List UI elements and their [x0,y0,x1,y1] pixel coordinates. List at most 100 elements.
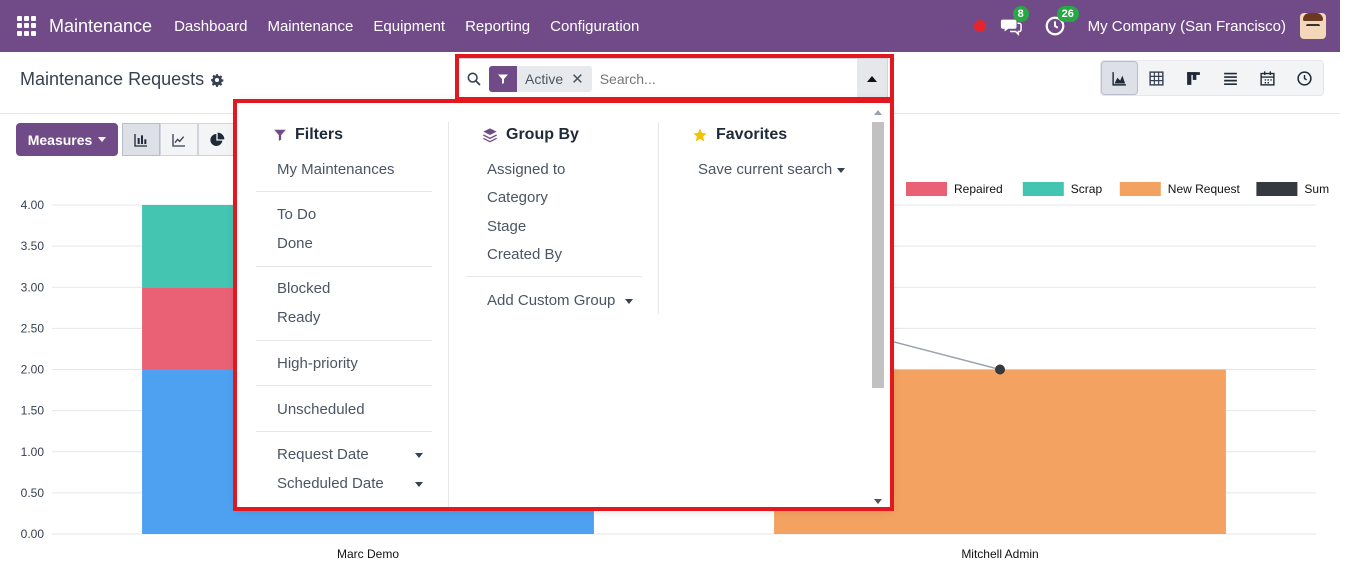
pivot-view-button[interactable] [1138,61,1175,95]
filter-my-maintenances[interactable]: My Maintenances [277,161,395,178]
divider [256,340,432,341]
filter-scheduled-date-label: Scheduled Date [277,475,384,492]
activities-clock-icon[interactable]: 26 [1044,6,1079,37]
dropdown-scrollbar[interactable] [869,108,887,506]
save-current-search[interactable]: Save current search [698,161,845,178]
filter-high-priority[interactable]: High-priority [277,355,358,372]
filter-done[interactable]: Done [277,235,313,252]
calendar-icon [1260,70,1275,86]
divider [466,276,642,277]
filter-to-do[interactable]: To Do [277,206,316,223]
y-tick-label: 3.00 [21,280,45,294]
search-facet-label: Active [525,71,564,87]
legend-label: Sum [1304,182,1329,196]
app-menu-grid-icon[interactable] [17,16,37,36]
user-avatar[interactable] [1300,13,1326,39]
legend-label: Scrap [1071,182,1103,196]
y-tick-label: 1.00 [21,445,45,459]
top-navbar: Maintenance Dashboard Maintenance Equipm… [0,0,1340,52]
filter-icon [274,129,286,141]
area-chart-icon [1112,71,1126,86]
search-icon[interactable] [459,71,489,87]
list-icon [1224,72,1237,85]
caret-up-icon [867,76,877,82]
messages-icon[interactable]: 8 [1000,6,1029,37]
scroll-up-arrow-icon[interactable] [874,110,882,115]
filters-title: Filters [295,126,344,143]
status-dot-icon[interactable] [973,20,986,32]
filter-unscheduled[interactable]: Unscheduled [277,401,365,418]
messages-badge: 8 [1012,6,1029,22]
menu-configuration[interactable]: Configuration [550,18,639,35]
group-by-assigned-to[interactable]: Assigned to [487,161,565,178]
divider [256,266,432,267]
group-by-title: Group By [506,126,579,143]
search-facet-active: Active ✕ [489,66,592,92]
group-by-stage[interactable]: Stage [487,218,526,235]
page-title-text: Maintenance Requests [20,69,205,89]
y-tick-label: 2.50 [21,321,45,335]
legend-swatch [1256,182,1298,196]
kanban-view-button[interactable] [1175,61,1212,95]
column-divider [448,122,449,507]
menu-maintenance[interactable]: Maintenance [267,18,353,35]
chevron-down-icon [98,137,107,142]
divider [256,431,432,432]
group-by-category[interactable]: Category [487,189,548,206]
filter-scheduled-date[interactable]: Scheduled Date [277,475,423,492]
facet-remove-close-icon[interactable]: ✕ [571,70,592,88]
view-switcher [1100,60,1324,96]
measures-label: Measures [27,131,93,148]
bar-chart-mode-button[interactable] [122,123,160,156]
menu-reporting[interactable]: Reporting [465,18,530,35]
x-tick-label: Mitchell Admin [961,547,1038,561]
activity-view-button[interactable] [1286,61,1323,95]
y-tick-label: 0.00 [21,527,45,541]
chart-mode-group [122,123,236,156]
group-by-header: Group By [482,126,579,144]
measures-button[interactable]: Measures [16,123,118,156]
legend-swatch [1022,182,1064,196]
page-title: Maintenance Requests [20,69,224,90]
legend-swatch [1119,182,1161,196]
list-view-button[interactable] [1212,61,1249,95]
filter-request-date-label: Request Date [277,446,369,463]
pie-chart-mode-button[interactable] [198,123,236,156]
filter-icon [489,66,517,92]
legend-label: Repaired [954,182,1003,196]
company-switcher[interactable]: My Company (San Francisco) [1088,18,1286,35]
filter-ready[interactable]: Ready [277,309,320,326]
favorites-header: Favorites [692,126,787,144]
pie-chart-icon [210,132,225,146]
y-tick-label: 0.50 [21,486,45,500]
activities-badge: 26 [1056,6,1079,22]
chevron-down-icon [415,453,423,458]
favorites-title: Favorites [716,126,788,143]
graph-view-button[interactable] [1101,61,1138,95]
search-input[interactable] [599,71,857,87]
gear-icon[interactable] [210,73,224,87]
app-brand[interactable]: Maintenance [49,16,152,37]
legend-swatch [906,182,947,196]
menu-dashboard[interactable]: Dashboard [174,18,247,35]
column-divider [658,122,659,314]
add-custom-group-select[interactable]: Add Custom Group [487,292,633,309]
sum-point [995,364,1005,375]
group-by-created-by[interactable]: Created By [487,246,562,263]
search-bar: Active ✕ [458,58,888,100]
divider [256,385,432,386]
scroll-down-arrow-icon[interactable] [874,499,882,504]
calendar-view-button[interactable] [1249,61,1286,95]
bar-chart-icon [134,133,147,147]
y-tick-label: 1.50 [21,404,45,418]
scroll-thumb[interactable] [872,122,884,388]
x-tick-label: Marc Demo [337,547,399,561]
search-panel-toggle-button[interactable] [857,59,887,99]
line-chart-icon [172,133,185,147]
filter-blocked[interactable]: Blocked [277,280,330,297]
filters-header: Filters [273,126,343,144]
menu-equipment[interactable]: Equipment [373,18,445,35]
y-tick-label: 2.00 [21,363,45,377]
filter-request-date[interactable]: Request Date [277,446,423,463]
line-chart-mode-button[interactable] [160,123,198,156]
